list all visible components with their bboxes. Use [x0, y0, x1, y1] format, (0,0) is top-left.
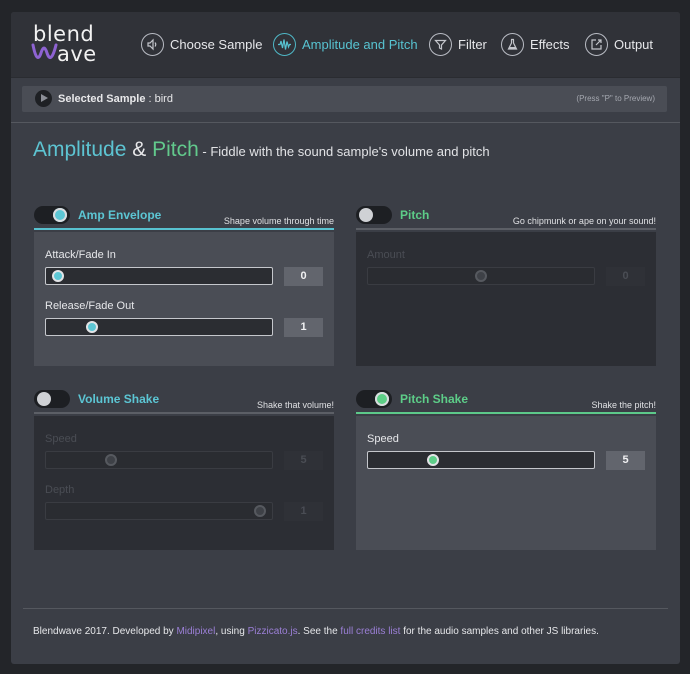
slider-thumb[interactable]: [104, 454, 117, 466]
panel-body: Speed 5 Depth 1: [34, 416, 334, 550]
pitch-shake-toggle[interactable]: [356, 390, 392, 408]
depth-value[interactable]: 1: [284, 502, 323, 521]
panel-title: Pitch: [400, 208, 430, 222]
nav-output[interactable]: Output: [585, 32, 653, 56]
slider-thumb[interactable]: [475, 270, 487, 282]
panel-title: Volume Shake: [78, 392, 160, 406]
footer-credits: Blendwave 2017. Developed by Midipixel, …: [33, 626, 599, 637]
amount-slider[interactable]: [367, 267, 595, 285]
pizzicato-link[interactable]: Pizzicato.js: [248, 626, 298, 637]
depth-slider[interactable]: [45, 502, 273, 520]
nav-label: Choose Sample: [170, 36, 263, 52]
page-description: - Fiddle with the sound sample's volume …: [198, 144, 490, 159]
nav-label: Effects: [530, 36, 570, 52]
nav-amplitude-and-pitch[interactable]: Amplitude and Pitch: [273, 32, 418, 56]
selected-sample-text: Selected Sample : bird: [58, 93, 173, 105]
pitch-panel: Pitch Go chipmunk or ape on your sound! …: [356, 202, 656, 366]
volume-speed-value[interactable]: 5: [284, 451, 323, 470]
nav-label: Amplitude and Pitch: [302, 36, 418, 52]
waveform-icon: [273, 32, 296, 56]
amount-value[interactable]: 0: [606, 267, 645, 286]
pitch-toggle[interactable]: [356, 206, 392, 224]
panel-header: Volume Shake Shake that volume!: [34, 386, 334, 414]
divider: [11, 122, 680, 123]
volume-shake-toggle[interactable]: [34, 390, 70, 408]
nav-effects[interactable]: Effects: [501, 32, 570, 56]
app-window: blend ave Choose Sample Amplitude and Pi…: [11, 12, 680, 664]
footer-divider: [23, 608, 668, 609]
footer-text: , using: [215, 626, 248, 637]
panel-subtitle: Go chipmunk or ape on your sound!: [512, 216, 656, 226]
toggle-knob: [53, 208, 67, 222]
selected-sample-value: bird: [154, 93, 173, 105]
release-label: Release/Fade Out: [45, 300, 135, 312]
nav-choose-sample[interactable]: Choose Sample: [141, 32, 263, 56]
preview-hint: (Press "P" to Preview): [576, 94, 655, 103]
footer-text: . See the: [297, 626, 341, 637]
slider-thumb[interactable]: [253, 505, 266, 517]
midipixel-link[interactable]: Midipixel: [176, 626, 215, 637]
play-preview-button[interactable]: [35, 90, 52, 107]
toggle-knob: [375, 392, 389, 406]
logo-wave-icon: [31, 43, 58, 59]
blendwave-logo[interactable]: blend ave: [31, 22, 111, 68]
release-slider[interactable]: [45, 318, 273, 336]
nav-filter[interactable]: Filter: [429, 32, 487, 56]
panel-title: Amp Envelope: [78, 208, 162, 222]
speed-label: Speed: [45, 433, 77, 445]
logo-text-bottom: ave: [57, 42, 97, 66]
top-navigation: blend ave Choose Sample Amplitude and Pi…: [11, 12, 680, 78]
toggle-knob: [37, 392, 51, 406]
page-title: Amplitude & Pitch - Fiddle with the soun…: [33, 138, 490, 162]
panel-subtitle: Shape volume through time: [223, 216, 334, 226]
amount-label: Amount: [367, 249, 405, 261]
nav-label: Filter: [458, 36, 487, 52]
panel-subtitle: Shake the pitch!: [591, 400, 656, 410]
panel-header: Amp Envelope Shape volume through time: [34, 202, 334, 230]
panel-title: Pitch Shake: [400, 392, 469, 406]
pitch-speed-value[interactable]: 5: [606, 451, 645, 470]
panel-header: Pitch Go chipmunk or ape on your sound!: [356, 202, 656, 230]
amp-envelope-toggle[interactable]: [34, 206, 70, 224]
panel-body: Attack/Fade In 0 Release/Fade Out 1: [34, 232, 334, 366]
attack-value[interactable]: 0: [284, 267, 323, 286]
volume-speed-slider[interactable]: [45, 451, 273, 469]
slider-thumb[interactable]: [52, 270, 65, 282]
footer-text: Blendwave 2017. Developed by: [33, 626, 177, 637]
attack-label: Attack/Fade In: [45, 249, 116, 261]
flask-icon: [501, 32, 524, 56]
pitch-speed-slider[interactable]: [367, 451, 595, 469]
slider-thumb[interactable]: [85, 321, 98, 333]
volume-shake-panel: Volume Shake Shake that volume! Speed 5 …: [34, 386, 334, 550]
title-amplitude: Amplitude: [33, 138, 127, 161]
amp-envelope-panel: Amp Envelope Shape volume through time A…: [34, 202, 334, 366]
release-value[interactable]: 1: [284, 318, 323, 337]
attack-slider[interactable]: [45, 267, 273, 285]
pitch-shake-panel: Pitch Shake Shake the pitch! Speed 5: [356, 386, 656, 550]
footer-text: for the audio samples and other JS libra…: [400, 626, 599, 637]
panel-body: Amount 0: [356, 232, 656, 366]
panel-header: Pitch Shake Shake the pitch!: [356, 386, 656, 414]
depth-label: Depth: [45, 484, 75, 496]
nav-label: Output: [614, 36, 654, 52]
selected-sample-bar: Selected Sample : bird (Press "P" to Pre…: [22, 86, 667, 112]
credits-link[interactable]: full credits list: [340, 626, 400, 637]
toggle-knob: [359, 208, 373, 222]
funnel-icon: [429, 32, 452, 56]
panel-body: Speed 5: [356, 416, 656, 550]
title-ampersand: &: [126, 138, 153, 161]
export-icon: [585, 32, 608, 56]
slider-thumb[interactable]: [426, 454, 439, 466]
pitch-speed-label: Speed: [367, 433, 399, 445]
speaker-icon: [141, 32, 164, 56]
selected-sample-separator: :: [145, 93, 155, 105]
panel-subtitle: Shake that volume!: [256, 400, 334, 410]
selected-sample-label: Selected Sample: [58, 93, 146, 105]
title-pitch: Pitch: [152, 138, 199, 161]
